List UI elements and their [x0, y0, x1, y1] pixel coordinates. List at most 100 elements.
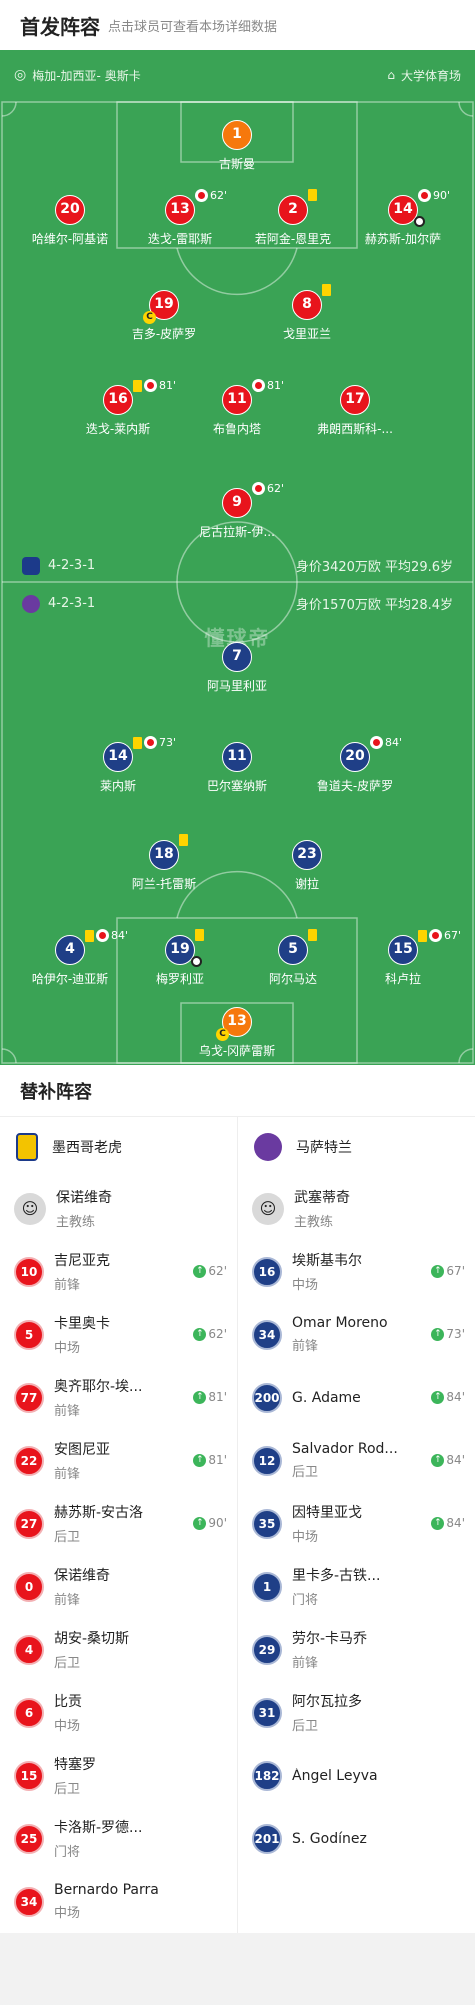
sub-in-minute: 62' [208, 1327, 227, 1341]
sub-number: 201 [252, 1823, 282, 1854]
home-player-2[interactable]: 13 迭戈-雷耶斯 62' [115, 189, 245, 255]
sub-name: 吉尼亚克 [54, 1253, 110, 1269]
player-number: 17 [340, 385, 370, 415]
home-sub-row[interactable]: 6 比贡 中场 [0, 1681, 237, 1744]
away-coach-role: 主教练 [294, 1215, 334, 1230]
sub-number: 0 [14, 1571, 44, 1602]
home-sub-row[interactable]: 25 卡洛斯-罗德... 门将 [0, 1807, 237, 1870]
home-player-9[interactable]: 17 弗朗西斯科-... [290, 385, 420, 445]
sub-number: 77 [14, 1382, 44, 1413]
away-player-5[interactable]: 23 谢拉 [242, 840, 372, 900]
home-player-10[interactable]: 9 尼古拉斯-伊... 62' [172, 482, 302, 548]
home-team-name: 墨西哥老虎 [52, 1140, 122, 1156]
home-value: 身价3420万欧 平均29.6岁 [295, 560, 453, 575]
away-crest-icon [22, 594, 40, 613]
sub-position: 后卫 [54, 1782, 81, 1797]
home-sub-row[interactable]: 77 奥齐耶尔-埃... 前锋 ↑ 81' [0, 1366, 237, 1429]
away-sub-row[interactable]: 1 里卡多-古铁... 门将 [238, 1555, 475, 1618]
home-sub-row[interactable]: 10 吉尼亚克 前锋 ↑ 62' [0, 1240, 237, 1303]
away-sub-row[interactable]: 35 因特里亚戈 中场 ↑ 84' [238, 1492, 475, 1555]
home-team-row[interactable]: 墨西哥老虎 [0, 1117, 237, 1177]
sub-name: 赫苏斯-安古洛 [54, 1505, 144, 1521]
sub-name: 卡里奥卡 [54, 1316, 110, 1332]
away-player-7[interactable]: 19 梅罗利亚 [115, 929, 245, 995]
sub-in-minute: 81' [208, 1453, 227, 1467]
player-name: 梅罗利亚 [155, 972, 204, 986]
away-player-10[interactable]: 13 乌戈-冈萨雷斯 C [172, 1007, 302, 1065]
home-formation: 4-2-3-1 [48, 558, 96, 573]
away-sub-row[interactable]: 182 Ángel Leyva [238, 1744, 475, 1807]
player-events [179, 834, 188, 846]
sub-position: 门将 [54, 1845, 81, 1860]
sub-number: 6 [14, 1697, 44, 1728]
sub-name: 劳尔-卡马乔 [292, 1631, 368, 1647]
away-sub-row[interactable]: 201 S. Godínez [238, 1807, 475, 1870]
home-sub-row[interactable]: 22 安图尼亚 前锋 ↑ 81' [0, 1429, 237, 1492]
away-formation-row: 4-2-3-1 身价1570万欧 平均28.4岁 [0, 594, 475, 613]
away-sub-row[interactable]: 34 Omar Moreno 前锋 ↑ 73' [238, 1303, 475, 1366]
sub-position: 前锋 [54, 1467, 81, 1482]
sub-in-indicator: ↑ 67' [431, 1264, 465, 1278]
away-player-1[interactable]: 14 莱内斯 73' [53, 736, 183, 802]
yellow-card-icon [308, 189, 317, 201]
home-sub-row[interactable]: 34 Bernardo Parra 中场 [0, 1870, 237, 1933]
home-player-6[interactable]: 8 戈里亚兰 [242, 284, 372, 350]
sub-position: 门将 [292, 1593, 319, 1608]
home-player-8[interactable]: 11 布鲁内塔 81' [172, 379, 302, 445]
player-events: 81' [252, 379, 284, 392]
home-player-4[interactable]: 14 赫苏斯-加尔萨 90' [338, 189, 468, 255]
sub-number: 25 [14, 1823, 44, 1854]
away-player-9[interactable]: 15 科卢拉 67' [338, 929, 468, 995]
sub-position: 前锋 [292, 1656, 319, 1671]
player-number: 9 [222, 488, 252, 518]
home-player-7[interactable]: 16 迭戈-莱内斯 81' [53, 379, 183, 445]
page-bottom-padding [0, 1933, 475, 2005]
sub-number: 200 [252, 1382, 282, 1413]
sub-position: 中场 [292, 1278, 319, 1293]
sub-position: 后卫 [54, 1530, 81, 1545]
sub-in-indicator: ↑ 81' [193, 1390, 227, 1404]
sub-name: S. Godínez [292, 1830, 367, 1847]
away-sub-row[interactable]: 31 阿尔瓦拉多 后卫 [238, 1681, 475, 1744]
player-events: 62' [252, 482, 284, 495]
away-sub-row[interactable]: 29 劳尔-卡马乔 前锋 [238, 1618, 475, 1681]
sub-in-arrow-icon: ↑ [193, 1390, 207, 1404]
home-player-5[interactable]: 19 吉多-皮萨罗 C [99, 290, 229, 350]
sub-position: 前锋 [292, 1339, 319, 1354]
goal-ball-icon [414, 216, 425, 227]
home-sub-row[interactable]: 5 卡里奥卡 中场 ↑ 62' [0, 1303, 237, 1366]
player-events [308, 189, 317, 201]
away-coach-row[interactable]: ☺ 武塞蒂奇 主教练 [238, 1177, 475, 1240]
away-sub-row[interactable]: 12 Salvador Rod... 后卫 ↑ 84' [238, 1429, 475, 1492]
home-sub-row[interactable]: 4 胡安-桑切斯 后卫 [0, 1618, 237, 1681]
player-name: 迭戈-莱内斯 [85, 422, 151, 436]
away-sub-row[interactable]: 16 埃斯基韦尔 中场 ↑ 67' [238, 1240, 475, 1303]
yellow-card-icon [322, 284, 331, 296]
away-sub-row[interactable]: 200 G. Adame ↑ 84' [238, 1366, 475, 1429]
away-team-row[interactable]: 马萨特兰 [238, 1117, 475, 1177]
yellow-card-icon [133, 736, 142, 749]
sub-number: 34 [14, 1886, 44, 1917]
yellow-card-icon [195, 929, 204, 941]
substitution-out-icon [252, 379, 265, 392]
away-player-3[interactable]: 20 鲁道夫-皮萨罗 84' [290, 736, 420, 802]
home-player-0[interactable]: 1 古斯曼 [172, 120, 302, 180]
player-name: 迭戈-雷耶斯 [147, 232, 213, 246]
home-sub-row[interactable]: 0 保诺维奇 前锋 [0, 1555, 237, 1618]
away-player-0[interactable]: 7 阿马里利亚 [172, 642, 302, 702]
player-name: 吉多-皮萨罗 [131, 327, 197, 341]
player-events: 81' [133, 379, 176, 392]
home-sub-row[interactable]: 15 特塞罗 后卫 [0, 1744, 237, 1807]
player-number: 11 [222, 385, 252, 415]
sub-off-minute: 90' [433, 189, 451, 202]
sub-name: 阿尔瓦拉多 [292, 1694, 362, 1710]
home-sub-row[interactable]: 27 赫苏斯-安古洛 后卫 ↑ 90' [0, 1492, 237, 1555]
sub-name: 埃斯基韦尔 [292, 1253, 362, 1269]
sub-number: 22 [14, 1445, 44, 1476]
sub-number: 4 [14, 1634, 44, 1665]
home-coach-row[interactable]: ☺ 保诺维奇 主教练 [0, 1177, 237, 1240]
away-player-2[interactable]: 11 巴尔塞纳斯 [172, 742, 302, 802]
away-player-4[interactable]: 18 阿兰-托雷斯 [99, 834, 229, 900]
player-events: 84' [370, 736, 402, 749]
lineup-title: 首发阵容 [20, 14, 100, 39]
